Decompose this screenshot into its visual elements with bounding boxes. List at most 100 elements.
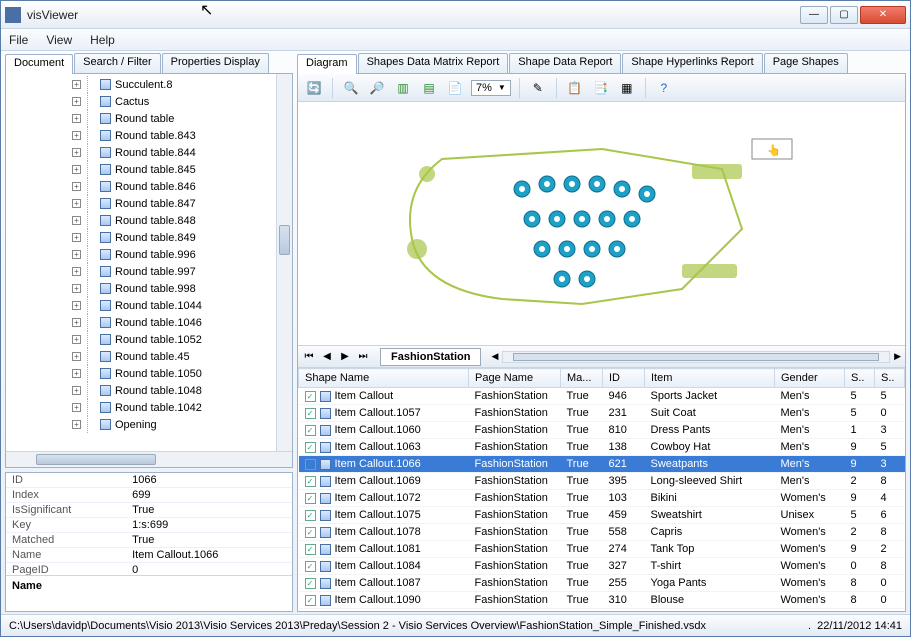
pointer-icon[interactable]: ✎ [528, 78, 548, 98]
expand-icon[interactable]: + [72, 369, 81, 378]
tab-shapes-data-matrix[interactable]: Shapes Data Matrix Report [358, 53, 509, 73]
checkbox-icon[interactable]: ✓ [305, 493, 316, 504]
data-grid[interactable]: Shape NamePage NameMa...IDItemGenderS..S… [298, 368, 905, 611]
expand-icon[interactable]: + [72, 386, 81, 395]
tree-item[interactable]: +Round table [10, 110, 288, 127]
diagram-canvas[interactable]: 👆 [298, 102, 905, 346]
close-button[interactable]: ✕ [860, 6, 906, 24]
tree-item[interactable]: +Round table.998 [10, 280, 288, 297]
menu-file[interactable]: File [9, 33, 28, 47]
column-header[interactable]: S.. [845, 369, 875, 388]
tree-item[interactable]: +Round table.847 [10, 195, 288, 212]
property-row[interactable]: Key1:s:699 [6, 518, 292, 533]
expand-icon[interactable]: + [72, 301, 81, 310]
expand-icon[interactable]: + [72, 352, 81, 361]
tree-item[interactable]: +Round table.844 [10, 144, 288, 161]
page-icon[interactable]: ▥ [393, 78, 413, 98]
refresh-icon[interactable]: 🔄 [304, 78, 324, 98]
table-row[interactable]: ✓Item Callout.1069FashionStationTrue395L… [299, 473, 905, 490]
nav-last-icon[interactable]: ⏭ [356, 350, 370, 364]
zoom-out-icon[interactable]: 🔎 [367, 78, 387, 98]
tree-vscrollbar[interactable] [276, 74, 292, 451]
checkbox-icon[interactable]: ✓ [305, 544, 316, 555]
table-row[interactable]: ✓Item Callout.1072FashionStationTrue103B… [299, 490, 905, 507]
checkbox-icon[interactable]: ✓ [305, 425, 316, 436]
table-row[interactable]: ✓Item Callout.1078FashionStationTrue558C… [299, 524, 905, 541]
expand-icon[interactable]: + [72, 216, 81, 225]
table-row[interactable]: ✓Item Callout.1081FashionStationTrue274T… [299, 541, 905, 558]
table-row[interactable]: ✓Item CalloutFashionStationTrue946Sports… [299, 388, 905, 405]
property-row[interactable]: IsSignificantTrue [6, 503, 292, 518]
tree-item[interactable]: +Round table.1046 [10, 314, 288, 331]
checkbox-icon[interactable]: ✓ [305, 578, 316, 589]
tree-item[interactable]: +Round table.846 [10, 178, 288, 195]
expand-icon[interactable]: + [72, 284, 81, 293]
checkbox-icon[interactable]: ✓ [305, 561, 316, 572]
column-header[interactable]: Page Name [469, 369, 561, 388]
table-row[interactable]: ✓Item Callout.1087FashionStationTrue255Y… [299, 575, 905, 592]
zoom-select[interactable]: 7% ▼ [471, 80, 511, 96]
property-row[interactable]: NameItem Callout.1066 [6, 548, 292, 563]
zoom-in-icon[interactable]: 🔍 [341, 78, 361, 98]
checkbox-icon[interactable]: ✓ [305, 510, 316, 521]
expand-icon[interactable]: + [72, 420, 81, 429]
tree-item[interactable]: +Round table.845 [10, 161, 288, 178]
expand-icon[interactable]: + [72, 131, 81, 140]
table-row[interactable]: ✓Item Callout.1060FashionStationTrue810D… [299, 422, 905, 439]
property-row[interactable]: MatchedTrue [6, 533, 292, 548]
expand-icon[interactable]: + [72, 250, 81, 259]
expand-icon[interactable]: + [72, 335, 81, 344]
tree-view[interactable]: +Succulent.8+Cactus+Round table+Round ta… [6, 74, 292, 451]
tab-scroll-right-icon[interactable]: ▶ [894, 351, 901, 362]
tree-item[interactable]: +Round table.848 [10, 212, 288, 229]
column-header[interactable]: ID [603, 369, 645, 388]
tree-item[interactable]: +Round table.1044 [10, 297, 288, 314]
sheet-icon[interactable]: 📄 [445, 78, 465, 98]
expand-icon[interactable]: + [72, 318, 81, 327]
help-icon[interactable]: ? [654, 78, 674, 98]
tab-document[interactable]: Document [5, 54, 73, 74]
table-row[interactable]: ✓Item Callout.1093FashionStationTrue818C… [299, 609, 905, 612]
tree-item[interactable]: +Round table.1048 [10, 382, 288, 399]
property-row[interactable]: Index699 [6, 488, 292, 503]
tree-hscrollbar[interactable] [6, 451, 292, 467]
expand-icon[interactable]: + [72, 114, 81, 123]
tab-page-shapes[interactable]: Page Shapes [764, 53, 848, 73]
tree-item[interactable]: +Round table.1042 [10, 399, 288, 416]
tab-shape-data-report[interactable]: Shape Data Report [509, 53, 621, 73]
checkbox-icon[interactable]: ✓ [305, 459, 316, 470]
checkbox-icon[interactable]: ✓ [305, 391, 316, 402]
nav-next-icon[interactable]: ▶ [338, 350, 352, 364]
table-row[interactable]: ✓Item Callout.1063FashionStationTrue138C… [299, 439, 905, 456]
page-hscrollbar[interactable] [502, 351, 890, 363]
table-row[interactable]: ✓Item Callout.1075FashionStationTrue459S… [299, 507, 905, 524]
column-header[interactable]: Item [645, 369, 775, 388]
tree-item[interactable]: +Opening [10, 416, 288, 433]
expand-icon[interactable]: + [72, 182, 81, 191]
column-header[interactable]: S.. [875, 369, 905, 388]
menu-help[interactable]: Help [90, 33, 115, 47]
tree-item[interactable]: +Round table.1050 [10, 365, 288, 382]
tree-item[interactable]: +Round table.843 [10, 127, 288, 144]
column-header[interactable]: Ma... [561, 369, 603, 388]
menu-view[interactable]: View [46, 33, 72, 47]
copy-icon[interactable]: 📋 [565, 78, 585, 98]
expand-icon[interactable]: + [72, 233, 81, 242]
table-row[interactable]: ✓Item Callout.1090FashionStationTrue310B… [299, 592, 905, 609]
table-row[interactable]: ✓Item Callout.1084FashionStationTrue327T… [299, 558, 905, 575]
tree-item[interactable]: +Round table.996 [10, 246, 288, 263]
tree-item[interactable]: +Round table.45 [10, 348, 288, 365]
expand-icon[interactable]: + [72, 97, 81, 106]
tree-item[interactable]: +Succulent.8 [10, 76, 288, 93]
checkbox-icon[interactable]: ✓ [305, 476, 316, 487]
expand-icon[interactable]: + [72, 165, 81, 174]
tree-item[interactable]: +Round table.1052 [10, 331, 288, 348]
expand-icon[interactable]: + [72, 199, 81, 208]
expand-icon[interactable]: + [72, 148, 81, 157]
tree-item[interactable]: +Round table.997 [10, 263, 288, 280]
page-name[interactable]: FashionStation [380, 348, 481, 366]
layers-icon[interactable]: 📑 [591, 78, 611, 98]
tree-item[interactable]: +Round table.849 [10, 229, 288, 246]
property-row[interactable]: ID1066 [6, 473, 292, 488]
nav-prev-icon[interactable]: ◀ [320, 350, 334, 364]
